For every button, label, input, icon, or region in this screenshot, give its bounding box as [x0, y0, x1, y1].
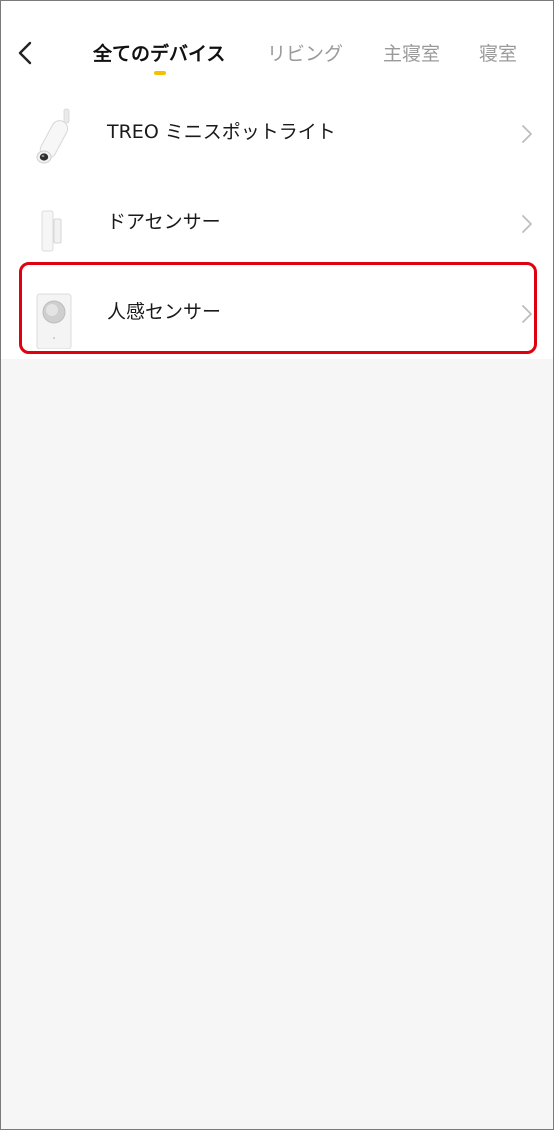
app-frame: 全てのデバイス リビング 主寝室 寝室 TREO ミニスポットライト ドアセンサ… [0, 0, 554, 1130]
chevron-right-icon [522, 125, 532, 143]
device-name: 人感センサー [107, 301, 222, 323]
active-tab-indicator [154, 71, 166, 75]
tab-master-bedroom[interactable]: 主寝室 [383, 39, 440, 69]
door-sensor-icon [25, 189, 81, 259]
device-name: ドアセンサー [107, 211, 221, 233]
chevron-left-icon [18, 41, 32, 65]
motion-sensor-icon [25, 279, 81, 350]
tab-all-devices[interactable]: 全てのデバイス [93, 39, 225, 69]
device-name: TREO ミニスポットライト [107, 121, 336, 143]
tab-bedroom[interactable]: 寝室 [479, 39, 517, 69]
back-button[interactable] [9, 33, 45, 73]
top-navigation-bar: 全てのデバイス リビング 主寝室 寝室 [1, 1, 553, 89]
tab-living[interactable]: リビング [267, 39, 343, 69]
chevron-right-icon [522, 215, 532, 233]
chevron-right-icon [522, 305, 532, 323]
device-row-door-sensor[interactable]: ドアセンサー [1, 179, 553, 269]
spotlight-icon [25, 99, 81, 169]
device-row-motion-sensor[interactable]: 人感センサー [1, 269, 553, 359]
device-list: TREO ミニスポットライト ドアセンサー 人感センサー [1, 89, 553, 359]
device-row-spotlight[interactable]: TREO ミニスポットライト [1, 89, 553, 179]
